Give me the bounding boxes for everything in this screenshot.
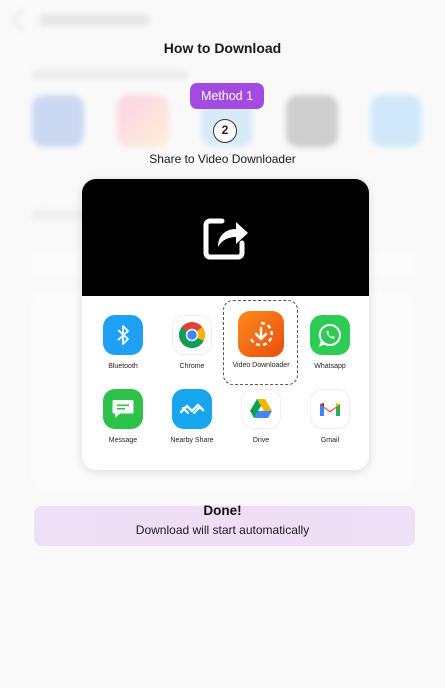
share-icon (203, 218, 248, 260)
share-app-label: Drive (252, 437, 270, 444)
share-sheet-card: Bluetooth Chrome Video Downloader Whatsa… (82, 179, 369, 470)
share-app-label: Whatsapp (314, 363, 346, 370)
share-app-gmail[interactable]: Gmail (295, 389, 365, 445)
share-app-label: Gmail (320, 437, 340, 444)
done-title: Done! (203, 503, 242, 518)
share-app-label: Video Downloader (232, 362, 290, 369)
gmail-icon (310, 389, 350, 429)
share-preview (82, 179, 369, 296)
step-text: Share to Video Downloader (149, 152, 296, 166)
share-app-label: Bluetooth (108, 363, 138, 370)
share-app-nearby-share[interactable]: Nearby Share (157, 389, 227, 445)
chrome-icon (172, 315, 212, 355)
share-app-whatsapp[interactable]: Whatsapp (295, 315, 365, 371)
done-subtitle: Download will start automatically (135, 523, 310, 537)
share-app-bluetooth[interactable]: Bluetooth (88, 315, 158, 371)
bluetooth-icon (103, 315, 143, 355)
share-app-label: Message (108, 437, 138, 444)
drive-icon (241, 389, 281, 429)
share-app-chrome[interactable]: Chrome (157, 315, 227, 371)
download-icon (238, 311, 284, 357)
share-app-drive[interactable]: Drive (226, 389, 296, 445)
message-icon (103, 389, 143, 429)
share-app-video-downloader[interactable]: Video Downloader (226, 311, 296, 370)
method-badge[interactable]: Method 1 (190, 83, 264, 109)
dialog-title: How to Download (163, 40, 282, 56)
share-app-label: Nearby Share (170, 437, 214, 444)
share-app-label: Chrome (179, 363, 205, 370)
share-app-message[interactable]: Message (88, 389, 158, 445)
nearby-share-icon (172, 389, 212, 429)
step-number: 2 (213, 119, 237, 143)
whatsapp-icon (310, 315, 350, 355)
